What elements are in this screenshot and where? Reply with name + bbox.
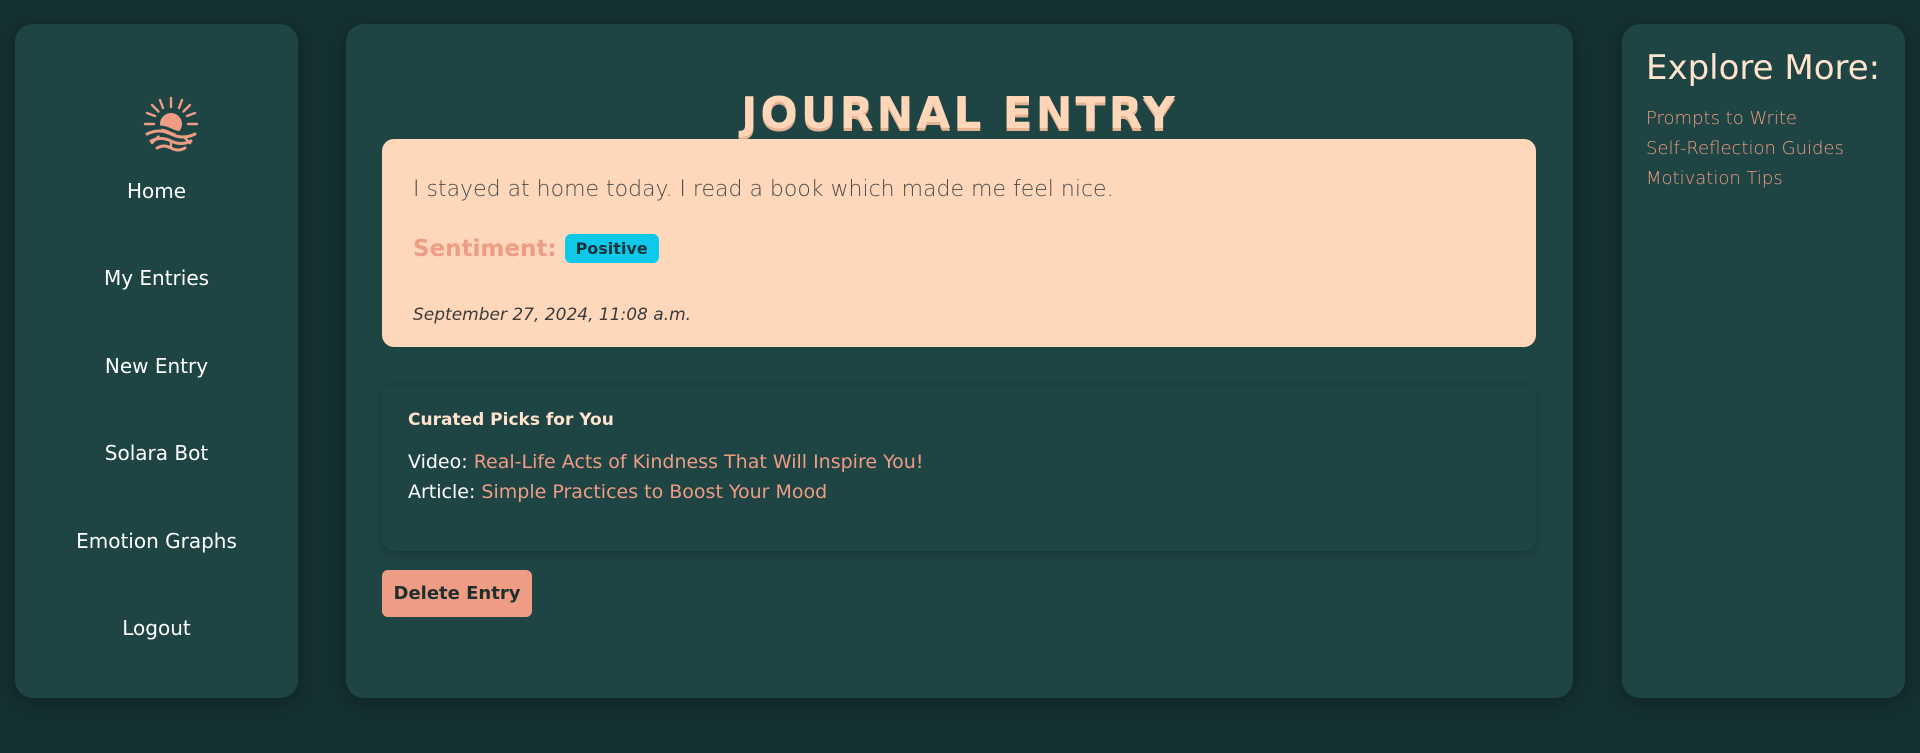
- explore-links: Prompts to Write Self-Reflection Guides …: [1646, 104, 1844, 194]
- explore-title: Explore More:: [1646, 48, 1881, 88]
- nav-solara-bot[interactable]: Solara Bot: [15, 441, 298, 465]
- explore-link-self-reflection[interactable]: Self-Reflection Guides: [1646, 134, 1844, 164]
- pick-item-video: Video: Real-Life Acts of Kindness That W…: [408, 451, 923, 473]
- nav-emotion-graphs[interactable]: Emotion Graphs: [15, 529, 298, 553]
- sentiment-badge: Positive: [564, 234, 659, 263]
- entry-text: I stayed at home today. I read a book wh…: [413, 177, 1114, 202]
- sidebar: Home My Entries New Entry Solara Bot Emo…: [15, 24, 298, 698]
- sentiment-label: Sentiment:: [413, 235, 557, 262]
- page-title: JOURNAL ENTRY: [741, 88, 1178, 139]
- curated-picks-section: Curated Picks for You Video: Real-Life A…: [382, 386, 1536, 551]
- pick-link-video[interactable]: Real-Life Acts of Kindness That Will Ins…: [474, 451, 924, 473]
- entry-card: I stayed at home today. I read a book wh…: [382, 139, 1536, 347]
- explore-panel: Explore More: Prompts to Write Self-Refl…: [1622, 24, 1905, 698]
- pick-type-label: Video:: [408, 451, 468, 473]
- nav-logout[interactable]: Logout: [15, 616, 298, 640]
- main-panel: JOURNAL ENTRY I stayed at home today. I …: [346, 24, 1573, 698]
- nav-new-entry[interactable]: New Entry: [15, 354, 298, 378]
- nav-my-entries[interactable]: My Entries: [15, 266, 298, 290]
- sentiment-row: Sentiment: Positive: [413, 234, 659, 263]
- delete-entry-button[interactable]: Delete Entry: [382, 570, 532, 617]
- nav-home[interactable]: Home: [15, 179, 298, 203]
- pick-type-label: Article:: [408, 481, 476, 503]
- explore-link-prompts[interactable]: Prompts to Write: [1646, 104, 1844, 134]
- explore-link-motivation[interactable]: Motivation Tips: [1646, 164, 1844, 194]
- entry-date: September 27, 2024, 11:08 a.m.: [413, 305, 692, 325]
- pick-item-article: Article: Simple Practices to Boost Your …: [408, 481, 827, 503]
- pick-link-article[interactable]: Simple Practices to Boost Your Mood: [481, 481, 827, 503]
- curated-picks-title: Curated Picks for You: [408, 410, 614, 430]
- sun-over-waves-icon[interactable]: [139, 94, 203, 158]
